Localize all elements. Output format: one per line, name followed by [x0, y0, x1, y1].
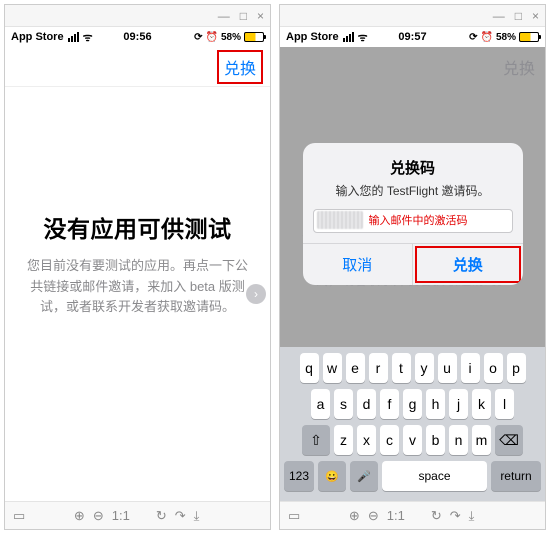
key-e[interactable]: e: [346, 353, 365, 383]
keyboard-row-3: ⇧zxcvbnm⌫: [284, 425, 541, 455]
key-u[interactable]: u: [438, 353, 457, 383]
rotate-icon[interactable]: ↷: [175, 508, 186, 524]
return-key[interactable]: return: [491, 461, 541, 491]
win-close-icon[interactable]: ×: [532, 9, 539, 23]
simulator-toolbar: ▭ ⊕ ⊖ 1:1 ↻ ↷ ⤓: [280, 501, 545, 529]
key-n[interactable]: n: [449, 425, 468, 455]
alert-subtitle: 输入您的 TestFlight 邀请码。: [303, 182, 523, 209]
battery-icon: [519, 32, 539, 42]
monitor-icon[interactable]: ▭: [288, 508, 300, 524]
signal-icon: [343, 32, 354, 42]
key-p[interactable]: p: [507, 353, 526, 383]
zoom-out-icon[interactable]: ⊖: [93, 508, 104, 524]
orientation-lock-icon: ⟳: [194, 32, 202, 43]
win-min-icon[interactable]: —: [218, 9, 230, 23]
reload-icon[interactable]: ↻: [156, 508, 167, 524]
key-d[interactable]: d: [357, 389, 376, 419]
empty-body: 您目前没有要测试的应用。再点一下公共链接或邮件邀请，来加入 beta 版测试，或…: [23, 256, 252, 318]
key-l[interactable]: l: [495, 389, 514, 419]
alert-cancel-button[interactable]: 取消: [303, 244, 414, 285]
mic-key[interactable]: 🎤: [350, 461, 378, 491]
battery-pct: 58%: [496, 32, 516, 43]
wifi-icon: ᯤ: [83, 30, 93, 45]
window-titlebar: — □ ×: [280, 5, 545, 27]
redeem-button-disabled: 兑换: [503, 55, 535, 79]
key-k[interactable]: k: [472, 389, 491, 419]
key-t[interactable]: t: [392, 353, 411, 383]
zoom-fit-icon[interactable]: 1:1: [112, 508, 130, 524]
simulator-toolbar: ▭ ⊕ ⊖ 1:1 ↻ ↷ ⤓: [5, 501, 270, 529]
monitor-icon[interactable]: ▭: [13, 508, 25, 524]
alarm-icon: ⏰: [481, 32, 493, 43]
empty-state: 没有应用可供测试 您目前没有要测试的应用。再点一下公共链接或邮件邀请，来加入 b…: [5, 87, 270, 501]
shift-key[interactable]: ⇧: [302, 425, 330, 455]
carrier-label: App Store: [286, 31, 339, 43]
reload-icon[interactable]: ↻: [431, 508, 442, 524]
keyboard-row-2: asdfghjkl: [284, 389, 541, 419]
key-i[interactable]: i: [461, 353, 480, 383]
download-icon[interactable]: ⤓: [194, 508, 200, 524]
key-b[interactable]: b: [426, 425, 445, 455]
key-g[interactable]: g: [403, 389, 422, 419]
input-hint-annotation: 输入邮件中的激活码: [369, 212, 468, 228]
empty-title: 没有应用可供测试: [44, 210, 232, 244]
redeem-button[interactable]: 兑换: [220, 53, 260, 81]
backspace-key[interactable]: ⌫: [495, 425, 523, 455]
battery-icon: [244, 32, 264, 42]
key-o[interactable]: o: [484, 353, 503, 383]
key-m[interactable]: m: [472, 425, 491, 455]
rotate-icon[interactable]: ↷: [450, 508, 461, 524]
download-icon[interactable]: ⤓: [469, 508, 475, 524]
zoom-fit-icon[interactable]: 1:1: [387, 508, 405, 524]
ios-status-bar: App Store ᯤ 09:57 ⟳ ⏰ 58%: [280, 27, 545, 47]
zoom-in-icon[interactable]: ⊕: [74, 508, 85, 524]
key-f[interactable]: f: [380, 389, 399, 419]
key-q[interactable]: q: [300, 353, 319, 383]
carrier-label: App Store: [11, 31, 64, 43]
key-y[interactable]: y: [415, 353, 434, 383]
battery-pct: 58%: [221, 32, 241, 43]
alert-title: 兑换码: [303, 143, 523, 182]
signal-icon: [68, 32, 79, 42]
alarm-icon: ⏰: [206, 32, 218, 43]
key-h[interactable]: h: [426, 389, 445, 419]
alert-confirm-button[interactable]: 兑换: [413, 244, 523, 285]
space-key[interactable]: space: [382, 461, 487, 491]
ios-status-bar: App Store ᯤ 09:56 ⟳ ⏰ 58%: [5, 27, 270, 47]
zoom-in-icon[interactable]: ⊕: [349, 508, 360, 524]
key-r[interactable]: r: [369, 353, 388, 383]
key-w[interactable]: w: [323, 353, 342, 383]
blurred-code: [317, 211, 363, 229]
key-s[interactable]: s: [334, 389, 353, 419]
win-max-icon[interactable]: □: [515, 9, 522, 23]
win-min-icon[interactable]: —: [493, 9, 505, 23]
chevron-right-icon[interactable]: ›: [246, 284, 266, 304]
orientation-lock-icon: ⟳: [469, 32, 477, 43]
key-z[interactable]: z: [334, 425, 353, 455]
right-phone: — □ × App Store ᯤ 09:57 ⟳ ⏰ 58% 兑换 您目前没有…: [279, 4, 546, 530]
zoom-out-icon[interactable]: ⊖: [368, 508, 379, 524]
win-max-icon[interactable]: □: [240, 9, 247, 23]
keyboard-row-4: 123 😀 🎤 space return: [284, 461, 541, 491]
ios-keyboard: qwertyuiop asdfghjkl ⇧zxcvbnm⌫ 123 😀 🎤 s…: [280, 347, 545, 501]
num-key[interactable]: 123: [284, 461, 314, 491]
key-v[interactable]: v: [403, 425, 422, 455]
left-phone: — □ × App Store ᯤ 09:56 ⟳ ⏰ 58% 兑换 没有应用可…: [4, 4, 271, 530]
nav-bar: 兑换: [5, 47, 270, 87]
key-j[interactable]: j: [449, 389, 468, 419]
win-close-icon[interactable]: ×: [257, 9, 264, 23]
key-c[interactable]: c: [380, 425, 399, 455]
keyboard-row-1: qwertyuiop: [284, 353, 541, 383]
key-x[interactable]: x: [357, 425, 376, 455]
redeem-alert: 兑换码 输入您的 TestFlight 邀请码。 输入邮件中的激活码 取消 兑换: [303, 143, 523, 285]
emoji-key[interactable]: 😀: [318, 461, 346, 491]
window-titlebar: — □ ×: [5, 5, 270, 27]
key-a[interactable]: a: [311, 389, 330, 419]
wifi-icon: ᯤ: [358, 30, 368, 45]
